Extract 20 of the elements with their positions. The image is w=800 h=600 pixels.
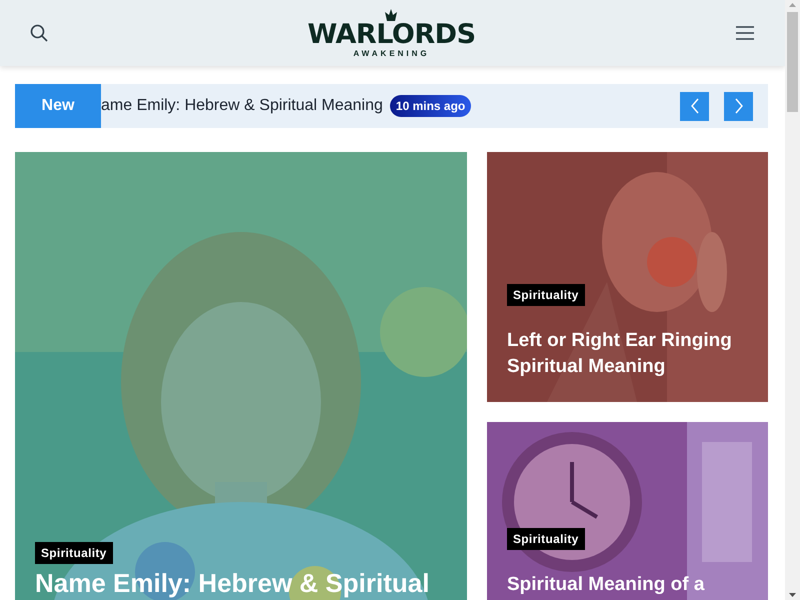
next-button[interactable] [724, 92, 753, 120]
chevron-left-icon [690, 98, 700, 114]
post-card[interactable]: Spirituality Spiritual Meaning of a [487, 422, 768, 600]
post-card[interactable]: Spirituality Left or Right Ear Ringing Spiritual Meaning [487, 152, 768, 402]
chevron-right-icon [734, 98, 744, 114]
scrollbar-thumb[interactable] [787, 12, 798, 112]
category-tag[interactable]: Spirituality [507, 284, 585, 306]
post-title[interactable]: Left or Right Ear Ringing Spiritual Meaning [507, 328, 748, 380]
menu-icon[interactable] [734, 25, 755, 41]
post-card[interactable]: Spirituality Name Emily: Hebrew & Spiritual [15, 152, 467, 600]
time-badge: 10 mins ago [390, 95, 472, 117]
new-label: New [15, 84, 101, 128]
search-icon[interactable] [30, 24, 48, 42]
previous-button[interactable] [680, 92, 709, 120]
ticker-headline[interactable]: ame Emily: Hebrew & Spiritual Meaning [101, 97, 383, 115]
site-logo[interactable]: WARLORDS AWAKENING [307, 8, 476, 58]
category-tag[interactable]: Spirituality [507, 528, 585, 550]
scrollbar[interactable] [785, 0, 800, 600]
post-title[interactable]: Spiritual Meaning of a [507, 572, 704, 598]
category-tag[interactable]: Spirituality [35, 542, 113, 564]
